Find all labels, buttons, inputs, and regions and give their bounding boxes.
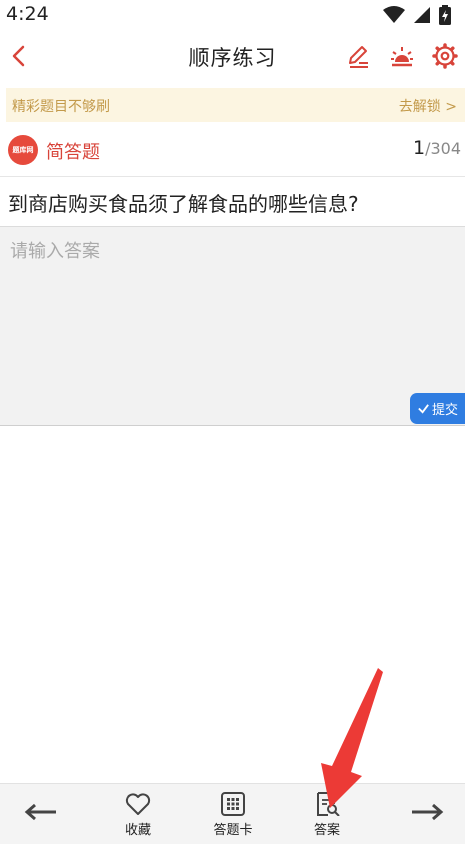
bottom-bar: 收藏 答题卡 答案 [0,783,465,844]
app-logo: 题库网 [8,135,38,165]
answer-input[interactable] [8,235,452,389]
status-icons [383,4,451,26]
question-counter: 1/304 [412,137,461,159]
question-type-label: 简答题 [46,142,100,163]
grid-icon [221,792,245,816]
heart-icon [125,793,151,815]
status-time: 4:24 [6,3,49,25]
check-icon [418,404,429,414]
unlock-link[interactable]: 去解锁 > [399,96,457,116]
night-mode-icon[interactable] [388,42,416,70]
answer-card-label: 答题卡 [213,823,253,838]
document-search-icon [317,792,340,816]
favorite-button[interactable]: 收藏 [103,792,173,838]
promo-banner: 精彩题目不够刷 去解锁 > [6,88,465,122]
favorite-label: 收藏 [124,823,151,838]
answer-card-button[interactable]: 答题卡 [198,792,268,838]
wifi-icon [383,6,405,23]
question-type-row: 题库网 简答题 1/304 [0,128,465,174]
answer-button[interactable]: 答案 [292,792,362,838]
signal-icon [414,7,430,23]
question-text: 到商店购买食品须了解食品的哪些信息? [8,192,359,216]
answer-label: 答案 [313,823,340,838]
promo-text: 精彩题目不够刷 [12,99,110,115]
previous-arrow-icon[interactable] [24,802,58,822]
current-index: 1 [412,137,426,159]
next-arrow-icon[interactable] [410,802,444,822]
submit-button[interactable]: 提交 [410,393,465,424]
settings-gear-icon[interactable] [431,42,459,70]
answer-area [0,226,465,426]
edit-icon[interactable] [344,42,372,70]
status-bar: 4:24 [0,0,465,30]
submit-label: 提交 [431,403,458,418]
total-count: 304 [430,139,461,158]
divider [0,176,465,177]
battery-icon [439,5,451,25]
nav-bar: 顺序练习 [0,30,465,82]
